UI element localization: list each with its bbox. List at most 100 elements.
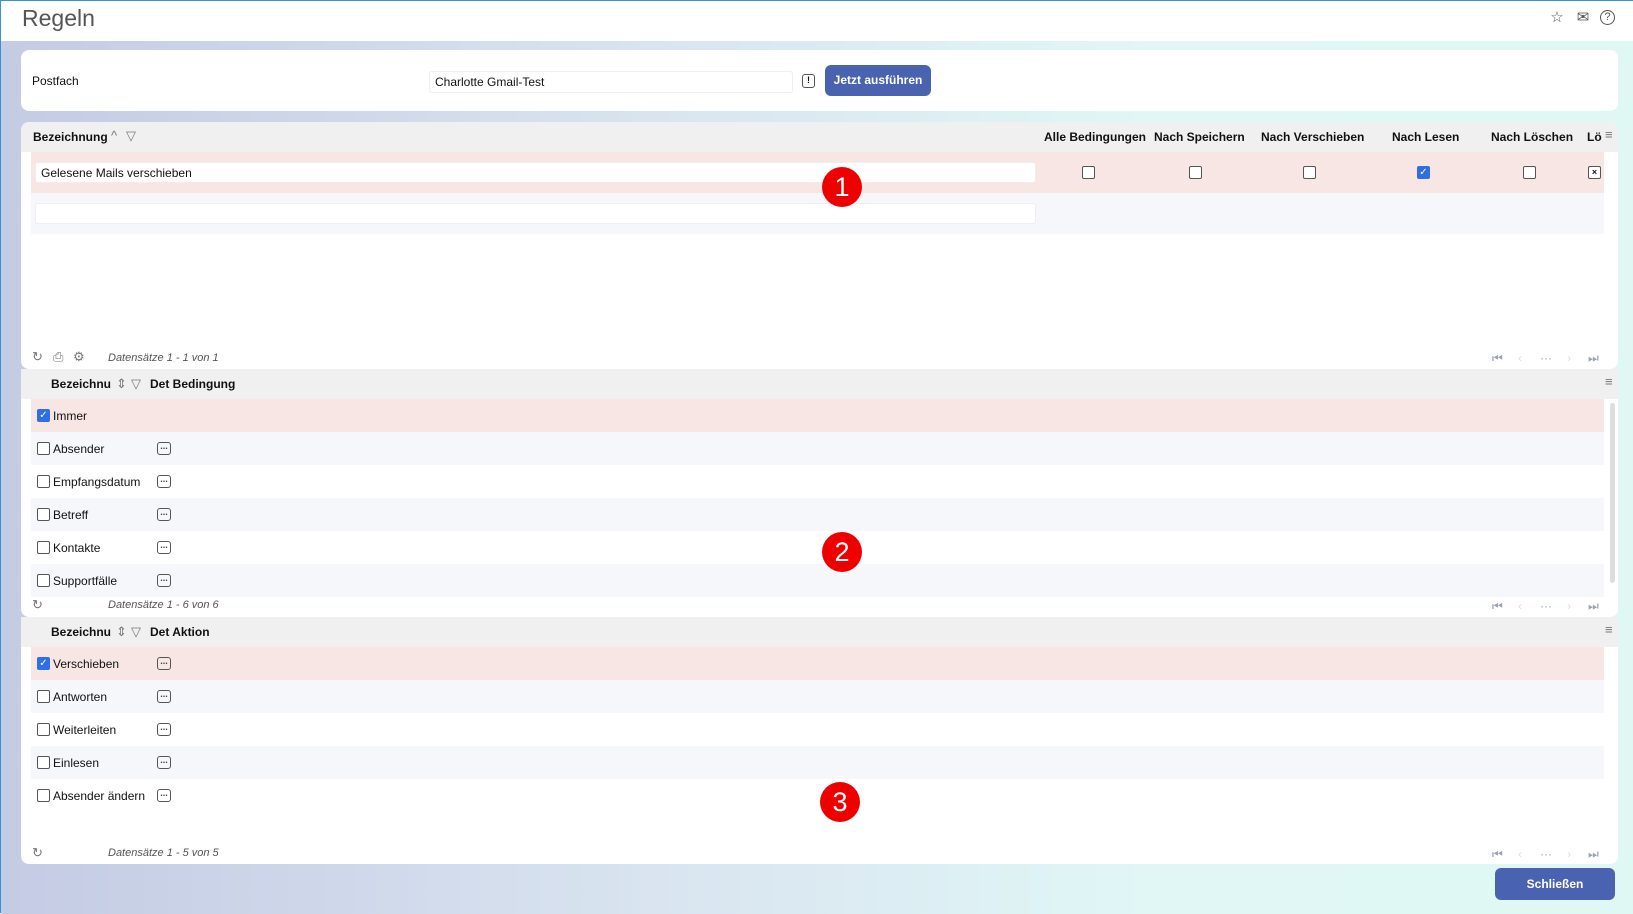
refresh-icon[interactable]: ↻	[32, 597, 43, 613]
list-item[interactable]	[31, 713, 1604, 746]
row-checkbox[interactable]	[37, 789, 50, 802]
sort-icon[interactable]: ⇕	[116, 624, 127, 640]
rules-grid-header	[21, 122, 1618, 152]
column-header-bezeichnung[interactable]: Bezeichnu	[51, 377, 111, 391]
column-header-bezeichnung[interactable]: Bezeichnung	[33, 130, 108, 144]
details-icon[interactable]: ...	[157, 508, 171, 521]
column-header-det-bedingung[interactable]: Det Bedingung	[150, 377, 235, 391]
pages-icon[interactable]: ···	[1540, 847, 1552, 861]
info-icon[interactable]: !	[802, 74, 815, 88]
rule-name-input[interactable]: Gelesene Mails verschieben	[35, 162, 1036, 183]
last-page-icon[interactable]: ⏭	[1588, 847, 1599, 862]
list-item[interactable]	[31, 564, 1604, 597]
postfach-card	[21, 50, 1618, 111]
details-icon[interactable]: ...	[157, 574, 171, 587]
details-icon[interactable]: ...	[157, 442, 171, 455]
postfach-input[interactable]: Charlotte Gmail-Test	[429, 71, 793, 93]
column-header-bezeichnung[interactable]: Bezeichnu	[51, 625, 111, 639]
prev-page-icon[interactable]: ‹	[1518, 847, 1522, 861]
star-icon[interactable]: ☆	[1548, 9, 1566, 27]
column-header-alle-bedingungen[interactable]: Alle Bedingungen	[1044, 130, 1146, 144]
checkbox-nach-loeschen[interactable]	[1523, 166, 1536, 179]
record-count: Datensätze 1 - 5 von 5	[108, 847, 219, 859]
checkbox-nach-speichern[interactable]	[1189, 166, 1202, 179]
row-label: Immer	[53, 409, 87, 423]
filter-icon[interactable]: ▽	[126, 128, 136, 144]
list-item[interactable]	[31, 647, 1604, 680]
checkbox-alle-bedingungen[interactable]	[1082, 166, 1095, 179]
conditions-grid-header	[21, 369, 1618, 399]
row-checkbox[interactable]	[37, 508, 50, 521]
row-label: Weiterleiten	[53, 723, 117, 737]
annotation-badge-1: 1	[822, 167, 862, 207]
first-page-icon[interactable]: ⏮	[1492, 599, 1503, 614]
next-page-icon[interactable]: ›	[1567, 599, 1571, 613]
sort-icon[interactable]: ⇕	[116, 376, 127, 392]
last-page-icon[interactable]: ⏭	[1588, 599, 1599, 614]
title-bar	[1, 1, 1633, 41]
list-item[interactable]	[31, 746, 1604, 779]
last-page-icon[interactable]: ⏭	[1588, 351, 1599, 366]
row-label: Empfangsdatum	[53, 475, 141, 489]
list-item[interactable]	[31, 531, 1604, 564]
refresh-icon[interactable]: ↻	[32, 349, 43, 365]
row-checkbox[interactable]	[37, 723, 50, 736]
prev-page-icon[interactable]: ‹	[1518, 351, 1522, 365]
list-item[interactable]	[31, 779, 1604, 812]
close-button[interactable]: Schließen	[1495, 868, 1615, 900]
row-checkbox[interactable]: ✓	[37, 409, 50, 422]
row-label: Absender	[53, 442, 105, 456]
postfach-label: Postfach	[32, 74, 79, 88]
next-page-icon[interactable]: ›	[1567, 351, 1571, 365]
column-header-det-aktion[interactable]: Det Aktion	[150, 625, 210, 639]
refresh-icon[interactable]: ↻	[32, 845, 43, 861]
first-page-icon[interactable]: ⏮	[1492, 351, 1503, 366]
next-page-icon[interactable]: ›	[1567, 847, 1571, 861]
column-header-nach-lesen[interactable]: Nach Lesen	[1392, 130, 1459, 144]
run-now-button[interactable]: Jetzt ausführen	[825, 65, 931, 96]
details-icon[interactable]: ...	[157, 690, 171, 703]
help-icon[interactable]: ?	[1600, 10, 1615, 25]
row-checkbox[interactable]	[37, 475, 50, 488]
details-icon[interactable]: ...	[157, 789, 171, 802]
row-label: Absender ändern	[53, 789, 146, 803]
scrollbar[interactable]	[1610, 403, 1615, 583]
list-item[interactable]	[31, 498, 1604, 531]
column-menu-icon[interactable]: ≡	[1605, 622, 1613, 637]
row-checkbox[interactable]: ✓	[37, 657, 50, 670]
filter-icon[interactable]: ▽	[131, 376, 141, 392]
print-icon[interactable]: ⎙	[53, 349, 63, 365]
details-icon[interactable]: ...	[157, 657, 171, 670]
column-menu-icon[interactable]: ≡	[1605, 374, 1613, 389]
checkbox-nach-verschieben[interactable]	[1303, 166, 1316, 179]
details-icon[interactable]: ...	[157, 475, 171, 488]
details-icon[interactable]: ...	[157, 541, 171, 554]
column-header-nach-verschieben[interactable]: Nach Verschieben	[1261, 130, 1364, 144]
row-checkbox[interactable]	[37, 690, 50, 703]
row-checkbox[interactable]	[37, 541, 50, 554]
mail-icon[interactable]: ✉	[1574, 9, 1592, 27]
row-checkbox[interactable]	[37, 442, 50, 455]
details-icon[interactable]: ...	[157, 723, 171, 736]
list-item[interactable]	[31, 399, 1604, 432]
column-header-nach-loeschen[interactable]: Nach Löschen	[1491, 130, 1573, 144]
sort-asc-icon[interactable]: ^	[111, 128, 117, 143]
list-item[interactable]	[31, 432, 1604, 465]
details-icon[interactable]: ...	[157, 756, 171, 769]
column-header-nach-speichern[interactable]: Nach Speichern	[1154, 130, 1245, 144]
new-rule-input[interactable]	[35, 203, 1036, 224]
delete-icon[interactable]: ×	[1588, 166, 1601, 179]
list-item[interactable]	[31, 465, 1604, 498]
pages-icon[interactable]: ···	[1540, 351, 1552, 365]
checkbox-nach-lesen[interactable]: ✓	[1417, 166, 1430, 179]
row-checkbox[interactable]	[37, 574, 50, 587]
filter-icon[interactable]: ▽	[131, 624, 141, 640]
first-page-icon[interactable]: ⏮	[1492, 847, 1503, 862]
pages-icon[interactable]: ···	[1540, 599, 1552, 613]
row-checkbox[interactable]	[37, 756, 50, 769]
list-item[interactable]	[31, 680, 1604, 713]
column-menu-icon[interactable]: ≡	[1605, 127, 1613, 142]
prev-page-icon[interactable]: ‹	[1518, 599, 1522, 613]
column-header-loeschen[interactable]: Lö	[1587, 130, 1602, 144]
settings-icon[interactable]: ⚙	[73, 349, 85, 365]
